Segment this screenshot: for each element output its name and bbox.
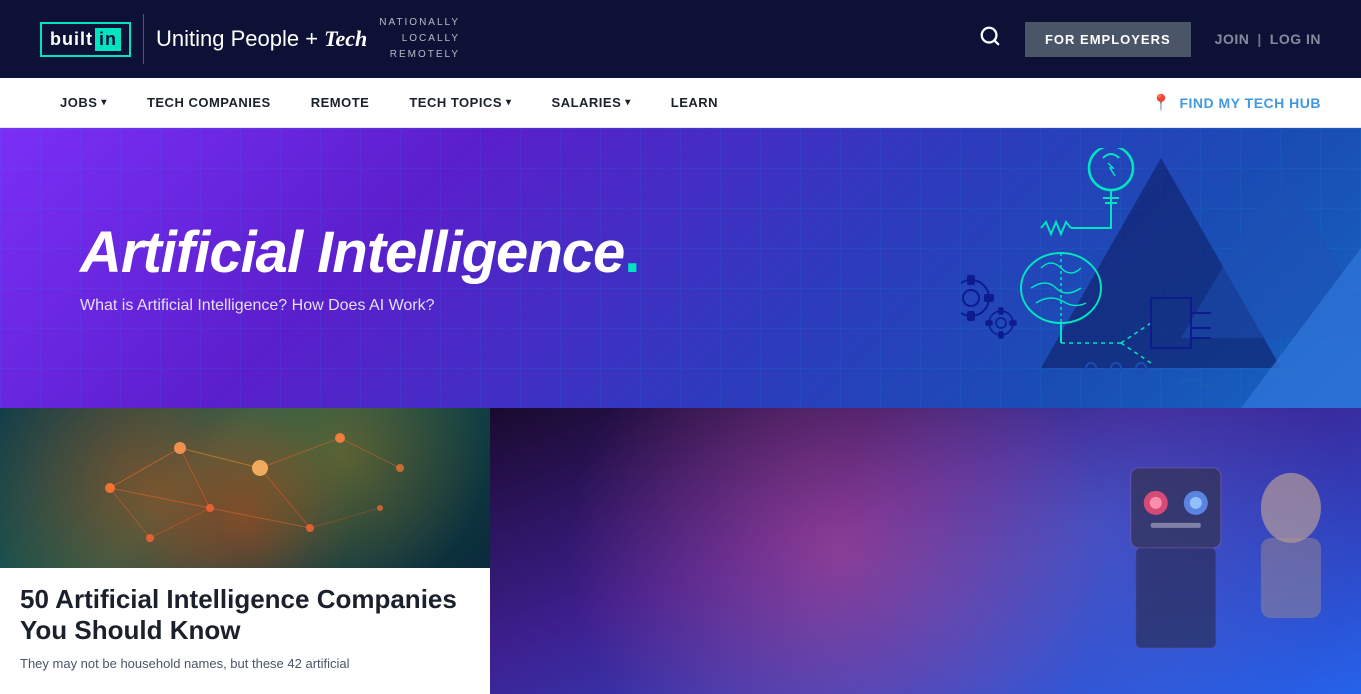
nav-items: JOBS ▾ TECH COMPANIES REMOTE TECH TOPICS… [40, 78, 1151, 128]
hero-subtitle: What is Artificial Intelligence? How Doe… [80, 297, 639, 315]
tagline-sub: NATIONALLY LOCALLY REMOTELY [379, 15, 460, 63]
nav-item-salaries[interactable]: SALARIES ▾ [532, 78, 651, 128]
builtin-logo: builtin [40, 22, 131, 57]
card-image-network [0, 408, 490, 568]
header-left: builtin Uniting People + Tech NATIONALLY… [40, 14, 460, 64]
nav-item-learn[interactable]: LEARN [651, 78, 738, 128]
nav-item-remote[interactable]: REMOTE [291, 78, 390, 128]
search-button[interactable] [979, 25, 1001, 53]
chevron-down-icon: ▾ [625, 97, 631, 108]
logo-in: in [95, 28, 121, 51]
card-description: They may not be household names, but the… [20, 654, 470, 674]
cards-section: 50 Artificial Intelligence Companies You… [0, 408, 1361, 694]
article-card-robot[interactable] [490, 408, 1361, 694]
hero-section: Artificial Intelligence. What is Artific… [0, 128, 1361, 408]
header-auth: JOIN | LOG IN [1215, 31, 1321, 47]
for-employers-button[interactable]: FOR EMPLOYERS [1025, 22, 1191, 57]
login-link[interactable]: LOG IN [1270, 31, 1321, 47]
tagline-main: Uniting People + Tech [156, 26, 367, 52]
tagline: Uniting People + Tech [156, 26, 367, 52]
hero-title: Artificial Intelligence. [80, 221, 639, 285]
chevron-down-icon: ▾ [506, 97, 512, 108]
hero-illustration [961, 148, 1241, 388]
nav-item-tech-topics[interactable]: TECH TOPICS ▾ [389, 78, 531, 128]
card-title: 50 Artificial Intelligence Companies You… [20, 584, 470, 646]
nav: JOBS ▾ TECH COMPANIES REMOTE TECH TOPICS… [0, 78, 1361, 128]
card-text: 50 Artificial Intelligence Companies You… [0, 568, 490, 694]
header-right: FOR EMPLOYERS JOIN | LOG IN [979, 22, 1321, 57]
triangle-right [1241, 208, 1361, 408]
logo[interactable]: builtin Uniting People + Tech NATIONALLY… [40, 14, 460, 64]
article-card-ai-companies[interactable]: 50 Artificial Intelligence Companies You… [0, 408, 490, 694]
location-pin-icon: 📍 [1151, 93, 1171, 113]
hero-dot: . [624, 220, 639, 285]
chevron-down-icon: ▾ [101, 97, 107, 108]
logo-divider [143, 14, 144, 64]
nav-item-jobs[interactable]: JOBS ▾ [40, 78, 127, 128]
hero-content: Artificial Intelligence. What is Artific… [0, 181, 719, 355]
tagline-prefix: Uniting People + [156, 26, 318, 52]
join-link[interactable]: JOIN [1215, 31, 1250, 47]
auth-divider: | [1257, 31, 1261, 47]
tagline-tech: Tech [324, 26, 367, 52]
find-tech-hub-link[interactable]: 📍 FIND MY TECH HUB [1151, 93, 1321, 113]
header: builtin Uniting People + Tech NATIONALLY… [0, 0, 1361, 78]
nav-item-tech-companies[interactable]: TECH COMPANIES [127, 78, 291, 128]
